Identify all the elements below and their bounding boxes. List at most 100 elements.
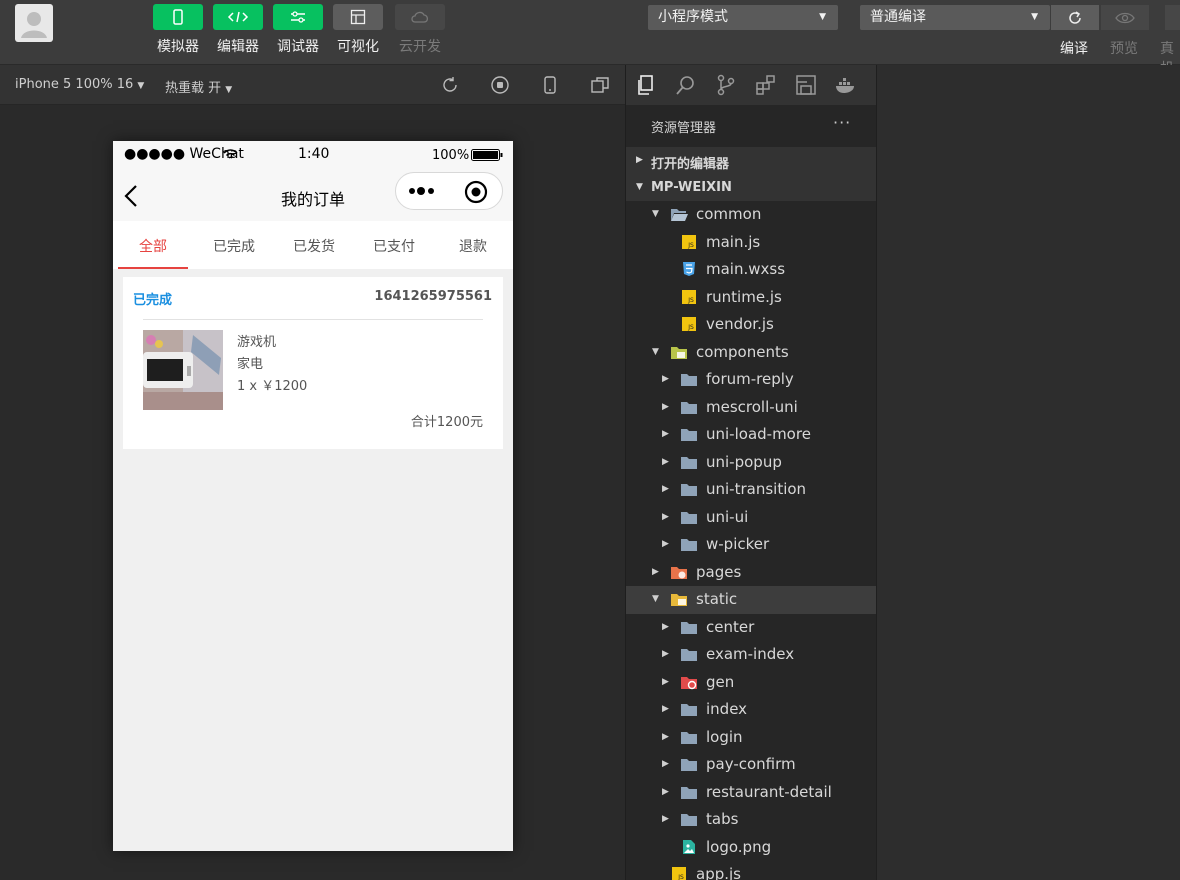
- device-icon[interactable]: [540, 75, 560, 95]
- static-folder-icon: [671, 594, 687, 606]
- folder-icon: [681, 401, 697, 414]
- tree-folder[interactable]: ▶ uni-load-more: [626, 421, 876, 449]
- tree-folder[interactable]: ▼ components: [626, 339, 876, 367]
- chevron-down-icon: ▼: [225, 85, 233, 95]
- rotate-icon[interactable]: [440, 75, 460, 95]
- chevron-down-icon[interactable]: ▼: [652, 347, 659, 357]
- tree-file[interactable]: main.wxss: [626, 256, 876, 284]
- cloud-button[interactable]: 云开发: [395, 4, 445, 56]
- chevron-right-icon[interactable]: ▶: [662, 814, 669, 824]
- close-miniprogram-icon[interactable]: [464, 180, 488, 204]
- stop-icon[interactable]: [490, 75, 510, 95]
- svg-text:JS: JS: [687, 324, 694, 331]
- user-avatar[interactable]: [15, 4, 53, 42]
- chevron-right-icon[interactable]: ▶: [662, 402, 669, 412]
- tree-file[interactable]: JS vendor.js: [626, 311, 876, 339]
- visual-button[interactable]: 可视化: [333, 4, 383, 56]
- chevron-right-icon[interactable]: ▶: [662, 429, 669, 439]
- preview-button[interactable]: [1101, 5, 1149, 30]
- project-section[interactable]: ▼ MP-WEIXIN: [626, 174, 876, 201]
- tree-folder[interactable]: ▶ w-picker: [626, 531, 876, 559]
- tab-completed[interactable]: 已完成: [213, 236, 255, 256]
- chevron-down-icon: ▼: [1031, 12, 1038, 22]
- order-card[interactable]: 已完成 1641265975561 游戏机 家电 1 x ￥1200 合计120…: [123, 277, 503, 449]
- tree-item-label: logo.png: [706, 837, 772, 856]
- search-icon[interactable]: [675, 74, 697, 96]
- pages-folder-icon: [671, 566, 687, 579]
- tree-folder[interactable]: ▶ tabs: [626, 806, 876, 834]
- tree-item-label: common: [696, 205, 762, 223]
- files-icon[interactable]: [635, 74, 657, 96]
- tree-folder[interactable]: ▶ uni-ui: [626, 504, 876, 532]
- tab-shipped[interactable]: 已发货: [293, 236, 335, 256]
- chevron-right-icon[interactable]: ▶: [652, 567, 659, 577]
- tree-folder[interactable]: ▶ login: [626, 724, 876, 752]
- compile-select[interactable]: 普通编译 ▼: [860, 5, 1050, 30]
- tree-item-label: main.wxss: [706, 260, 786, 278]
- folder-icon: [681, 511, 697, 524]
- visual-label: 可视化: [337, 39, 379, 55]
- chevron-right-icon[interactable]: ▶: [662, 677, 669, 687]
- chevron-right-icon[interactable]: ▶: [662, 512, 669, 522]
- device-select[interactable]: iPhone 5 100% 16 ▼: [15, 77, 144, 92]
- tab-all[interactable]: 全部: [139, 236, 167, 256]
- folder-icon: [681, 456, 697, 469]
- tree-folder[interactable]: ▶ uni-popup: [626, 449, 876, 477]
- chevron-right-icon[interactable]: ▶: [662, 787, 669, 797]
- save-icon[interactable]: [795, 74, 817, 96]
- tree-folder[interactable]: ▶ pages: [626, 559, 876, 587]
- docker-icon[interactable]: [835, 74, 857, 96]
- debugger-button[interactable]: 调试器: [273, 4, 323, 56]
- chevron-right-icon[interactable]: ▶: [662, 622, 669, 632]
- detach-window-icon[interactable]: [590, 75, 610, 95]
- tab-refund[interactable]: 退款: [459, 236, 487, 256]
- js-file-icon: JS: [682, 317, 696, 331]
- simulator-area: ●●●●● WeChat 1:40 100% 我的订单 全部 已完成 已发货 已…: [0, 105, 625, 880]
- tree-file[interactable]: JS main.js: [626, 229, 876, 257]
- tree-item-label: exam-index: [706, 645, 795, 663]
- tree-item-label: uni-transition: [706, 480, 807, 498]
- tree-file[interactable]: JS app.js: [626, 861, 876, 880]
- hot-reload-select[interactable]: 热重载 开 ▼: [165, 77, 232, 96]
- cloud-label: 云开发: [399, 39, 441, 55]
- tree-item-label: forum-reply: [706, 370, 794, 388]
- chevron-right-icon[interactable]: ▶: [662, 704, 669, 714]
- tree-file[interactable]: JS runtime.js: [626, 284, 876, 312]
- components-folder-icon: [671, 346, 687, 359]
- chevron-right-icon[interactable]: ▶: [662, 374, 669, 384]
- tree-folder[interactable]: ▶ center: [626, 614, 876, 642]
- tree-folder[interactable]: ▶ mescroll-uni: [626, 394, 876, 422]
- chevron-down-icon[interactable]: ▼: [652, 209, 659, 219]
- more-dots-icon[interactable]: [407, 185, 439, 197]
- chevron-right-icon[interactable]: ▶: [662, 484, 669, 494]
- source-control-icon[interactable]: [715, 74, 737, 96]
- chevron-down-icon[interactable]: ▼: [652, 594, 659, 604]
- tree-folder[interactable]: ▶ exam-index: [626, 641, 876, 669]
- mode-select[interactable]: 小程序模式 ▼: [648, 5, 838, 30]
- activity-bar: [626, 65, 876, 105]
- tree-folder[interactable]: ▶ index: [626, 696, 876, 724]
- chevron-right-icon[interactable]: ▶: [662, 759, 669, 769]
- tab-paid[interactable]: 已支付: [373, 236, 415, 256]
- file-explorer: 资源管理器 ··· ▶ 打开的编辑器 ▼ MP-WEIXIN ▼ common JS…: [626, 105, 876, 880]
- tree-folder[interactable]: ▶ uni-transition: [626, 476, 876, 504]
- tree-folder[interactable]: ▶ gen: [626, 669, 876, 697]
- tree-file[interactable]: logo.png: [626, 834, 876, 862]
- tree-folder[interactable]: ▶ forum-reply: [626, 366, 876, 394]
- compile-button[interactable]: [1051, 5, 1099, 30]
- tree-folder[interactable]: ▶ pay-confirm: [626, 751, 876, 779]
- more-actions-icon[interactable]: ···: [833, 113, 851, 132]
- tree-folder[interactable]: ▼ common: [626, 201, 876, 229]
- chevron-down-icon: ▼: [819, 12, 826, 22]
- editor-button[interactable]: 编辑器: [213, 4, 263, 56]
- chevron-right-icon[interactable]: ▶: [662, 539, 669, 549]
- extensions-icon[interactable]: [755, 74, 777, 96]
- open-editors-section[interactable]: ▶ 打开的编辑器: [626, 147, 876, 174]
- tree-folder[interactable]: ▶ restaurant-detail: [626, 779, 876, 807]
- chevron-right-icon[interactable]: ▶: [662, 732, 669, 742]
- real-device-button[interactable]: [1165, 5, 1180, 30]
- tree-folder[interactable]: ▼ static: [626, 586, 876, 614]
- simulator-button[interactable]: 模拟器: [153, 4, 203, 56]
- chevron-right-icon[interactable]: ▶: [662, 649, 669, 659]
- chevron-right-icon[interactable]: ▶: [662, 457, 669, 467]
